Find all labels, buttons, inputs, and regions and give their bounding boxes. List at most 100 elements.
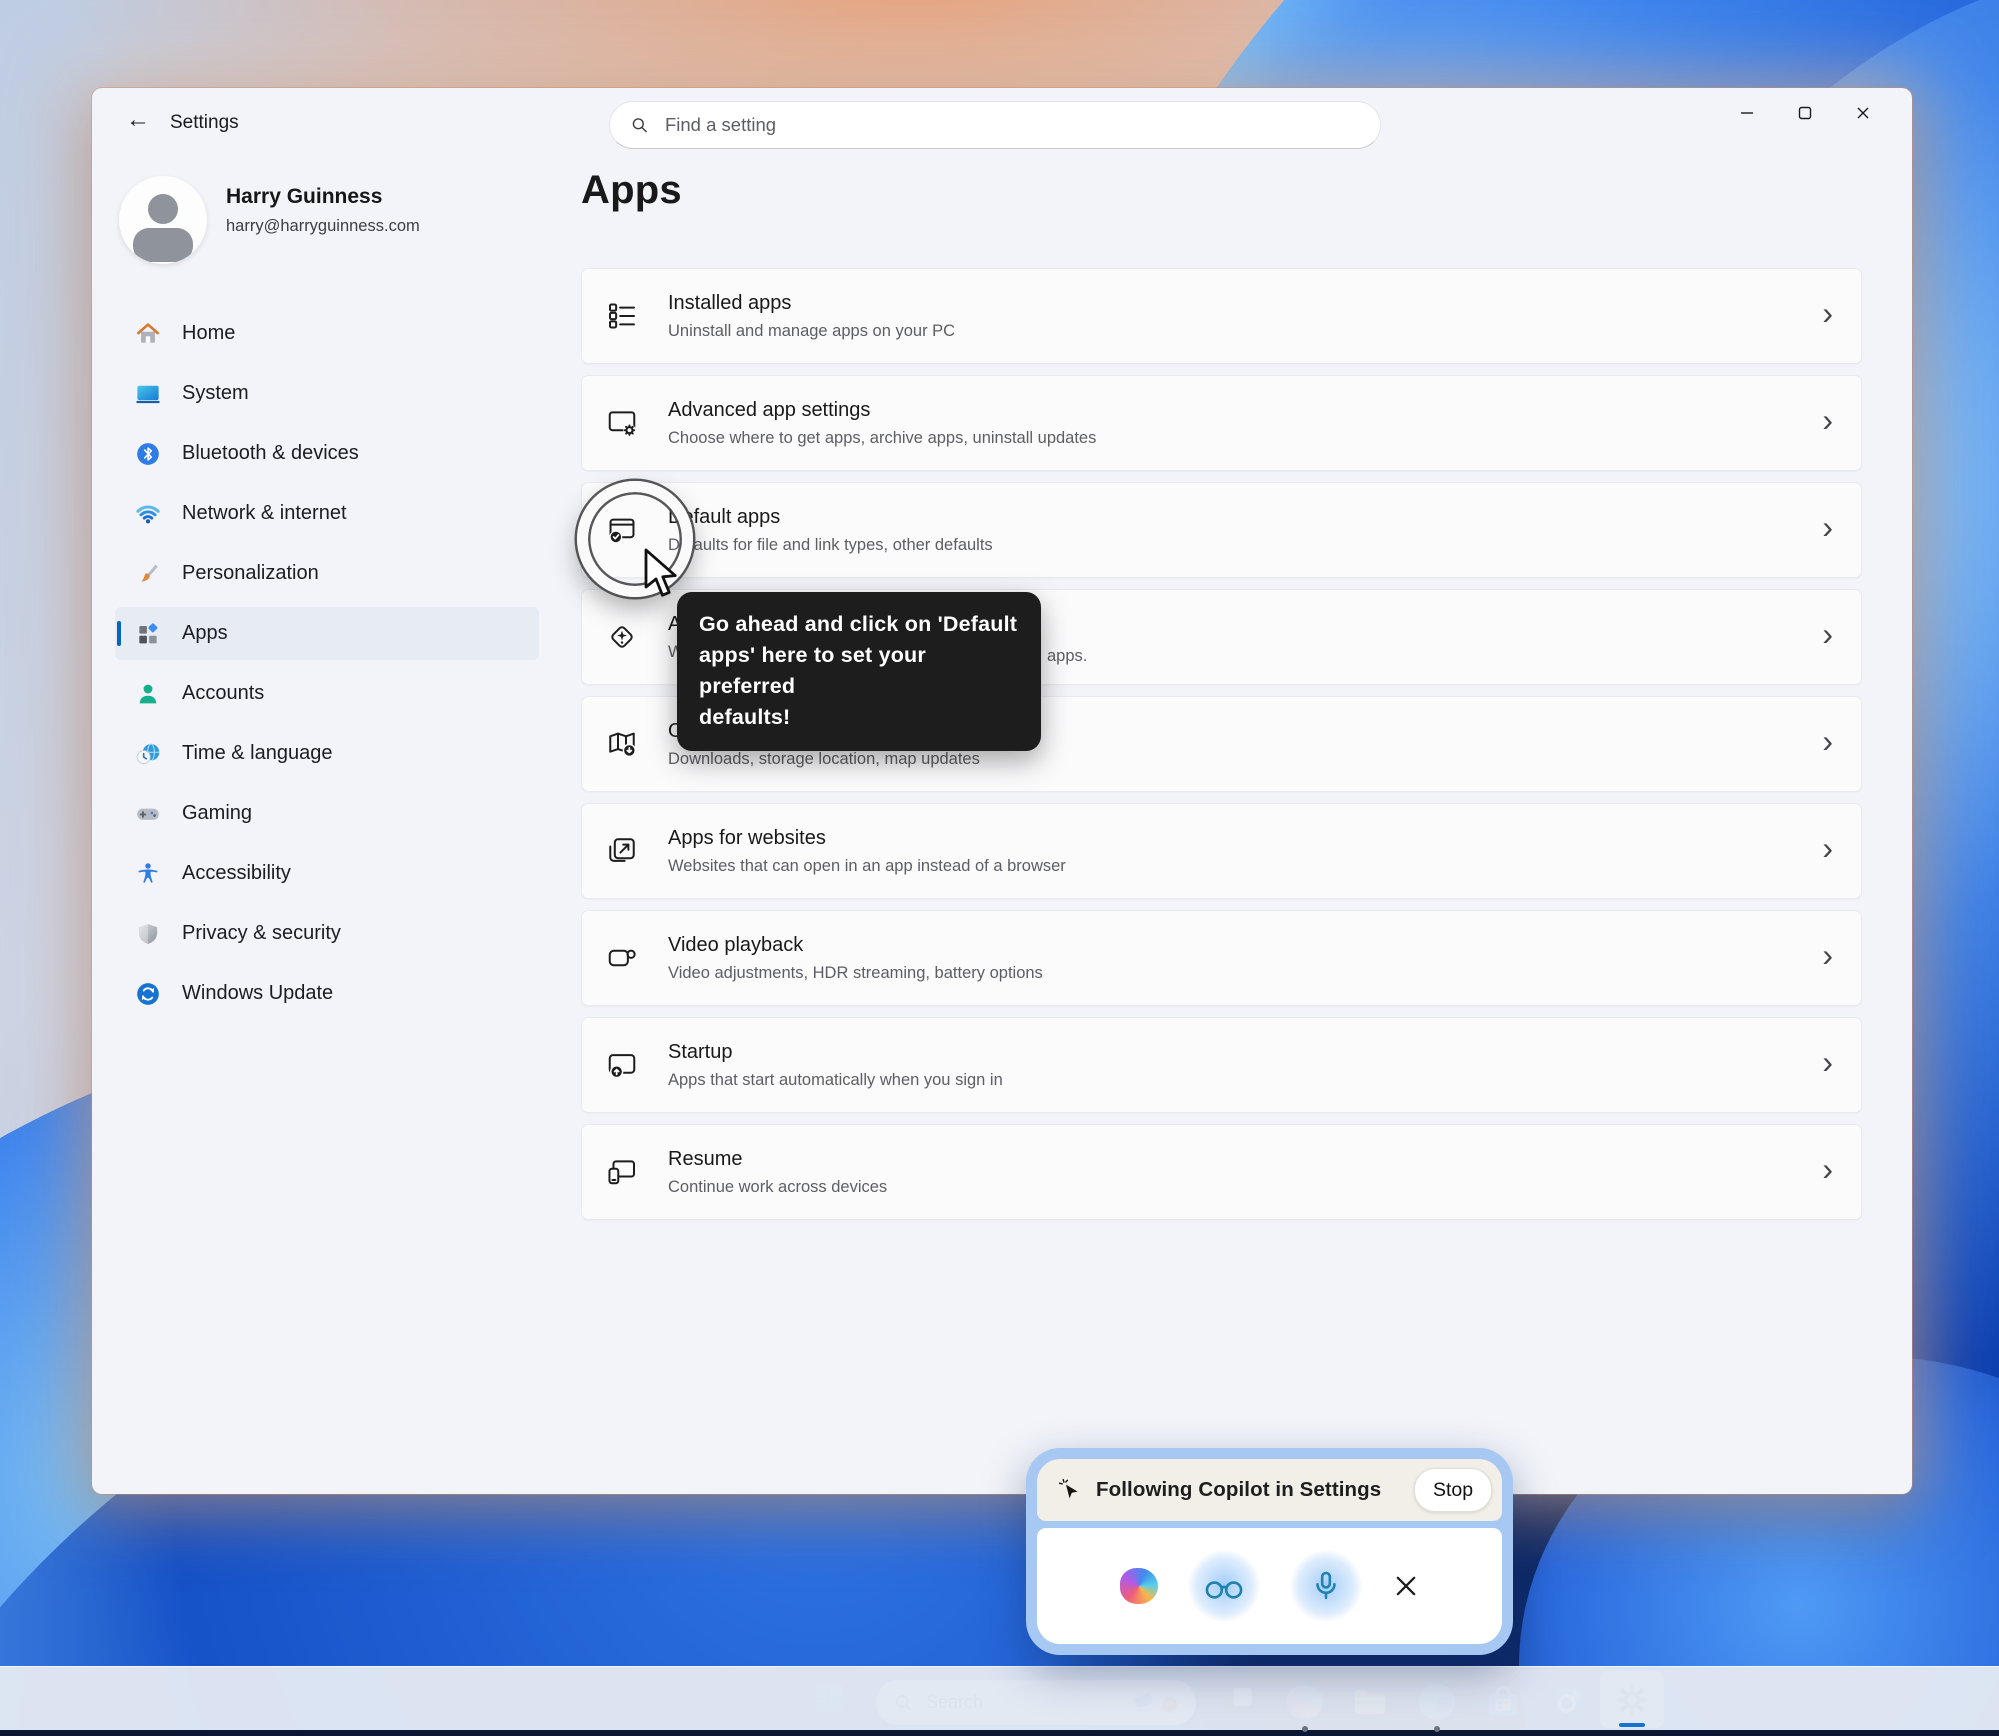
chevron-right-icon: › [1822,1052,1833,1072]
settings-search[interactable] [609,101,1381,149]
sidebar-item-label: Time & language [182,742,332,765]
row-default-apps[interactable]: Default apps Defaults for file and link … [581,482,1862,578]
startup-icon [606,1049,638,1081]
row-subtitle: Video adjustments, HDR streaming, batter… [668,964,1043,983]
sidebar-item-personalization[interactable]: Personalization [115,547,539,600]
row-subtitle-fragment: apps. [1047,647,1087,666]
tooltip-text: Go ahead and click on 'Default [699,609,1019,640]
windows-update-icon [135,981,161,1007]
row-installed-apps[interactable]: Installed apps Uninstall and manage apps… [581,268,1862,364]
sidebar-item-label: Accounts [182,682,264,705]
row-video-playback[interactable]: Video playback Video adjustments, HDR st… [581,910,1862,1006]
stop-button-label: Stop [1433,1479,1473,1502]
copilot-session-overlay: Following Copilot in Settings Stop [1026,1448,1513,1655]
stop-button[interactable]: Stop [1414,1468,1492,1512]
sidebar-item-label: Privacy & security [182,922,341,945]
sidebar-item-network-internet[interactable]: Network & internet [115,487,539,540]
row-title: Default apps [668,506,993,529]
maximize-icon [1797,105,1813,121]
tooltip-text: defaults! [699,702,1019,733]
sidebar-item-label: Home [182,322,235,345]
running-indicator-dot [1434,1726,1440,1732]
sidebar-item-accessibility[interactable]: Accessibility [115,847,539,900]
video-playback-icon [606,942,638,974]
sidebar-item-time-language[interactable]: Time & language [115,727,539,780]
sidebar-item-label: Personalization [182,562,319,585]
maximize-button[interactable] [1776,92,1834,134]
copilot-logo-icon[interactable] [1120,1568,1158,1604]
profile-email: harry@harryguinness.com [226,217,420,236]
sidebar-item-home[interactable]: Home [115,307,539,360]
sidebar-item-label: Accessibility [182,862,291,885]
offline-maps-icon [606,728,638,760]
row-subtitle: Websites that can open in an app instead… [668,857,1066,876]
sidebar-item-label: System [182,382,249,405]
sidebar-item-label: Windows Update [182,982,333,1005]
profile-name: Harry Guinness [226,185,382,209]
sidebar-item-label: Network & internet [182,502,347,525]
accounts-icon [135,681,161,707]
window-title: Settings [170,112,239,134]
installed-apps-icon [606,300,638,332]
row-subtitle: Continue work across devices [668,1178,887,1197]
row-title: Resume [668,1148,887,1171]
chevron-right-icon: › [1822,1159,1833,1179]
search-icon [630,115,649,135]
row-advanced-app-settings[interactable]: Advanced app settings Choose where to ge… [581,375,1862,471]
cursor-sparkle-icon [1057,1477,1083,1503]
advanced-app-settings-icon [606,407,638,439]
copilot-toolbar [1037,1528,1502,1644]
tooltip-text: apps' here to set your preferred [699,640,1019,702]
glasses-icon [1202,1570,1246,1603]
close-icon [1855,105,1871,121]
row-resume[interactable]: Resume Continue work across devices › [581,1124,1862,1220]
apps-for-websites-icon [606,835,638,867]
actions-icon [606,621,638,653]
row-title: Startup [668,1041,1003,1064]
accessibility-person-icon [135,861,161,887]
copilot-status-text: Following Copilot in Settings [1096,1478,1381,1502]
screen-bottom-strip [0,1730,1999,1736]
row-subtitle: Uninstall and manage apps on your PC [668,322,955,341]
microphone-button[interactable] [1290,1550,1362,1622]
chevron-right-icon: › [1822,624,1833,644]
row-title: Installed apps [668,292,955,315]
resume-icon [606,1156,638,1188]
sidebar-item-gaming[interactable]: Gaming [115,787,539,840]
sidebar-item-windows-update[interactable]: Windows Update [115,967,539,1020]
row-subtitle: Apps that start automatically when you s… [668,1071,1003,1090]
bluetooth-icon [135,441,161,467]
taskbar [0,1666,1999,1731]
microphone-icon [1309,1569,1343,1603]
apps-icon [135,621,161,647]
row-subtitle: Downloads, storage location, map updates [668,750,980,769]
time-language-icon [135,741,161,767]
chevron-right-icon: › [1822,410,1833,430]
close-overlay-button[interactable] [1392,1572,1420,1600]
back-arrow-icon: ← [126,106,150,134]
row-startup[interactable]: Startup Apps that start automatically wh… [581,1017,1862,1113]
back-button[interactable]: ← [118,102,158,138]
sidebar-item-bluetooth-devices[interactable]: Bluetooth & devices [115,427,539,480]
close-button[interactable] [1834,92,1892,134]
copilot-tooltip: Go ahead and click on 'Default apps' her… [677,592,1041,751]
sidebar-item-apps[interactable]: Apps [115,607,539,660]
settings-search-input[interactable] [663,113,1360,137]
chevron-right-icon: › [1822,517,1833,537]
sidebar-item-system[interactable]: System [115,367,539,420]
network-wifi-icon [135,501,161,527]
vision-glasses-button[interactable] [1188,1550,1260,1622]
gaming-gamepad-icon [135,801,161,827]
copilot-status-bar: Following Copilot in Settings Stop [1037,1459,1502,1521]
default-apps-icon [606,514,638,546]
sidebar-item-label: Gaming [182,802,252,825]
user-profile[interactable]: Harry Guinness harry@harryguinness.com [119,176,539,268]
sidebar-item-accounts[interactable]: Accounts [115,667,539,720]
sidebar-item-privacy-security[interactable]: Privacy & security [115,907,539,960]
chevron-right-icon: › [1822,731,1833,751]
row-subtitle: Choose where to get apps, archive apps, … [668,429,1096,448]
minimize-button[interactable] [1718,92,1776,134]
running-indicator-dot [1302,1726,1308,1732]
row-apps-for-websites[interactable]: Apps for websites Websites that can open… [581,803,1862,899]
home-icon [135,321,161,347]
